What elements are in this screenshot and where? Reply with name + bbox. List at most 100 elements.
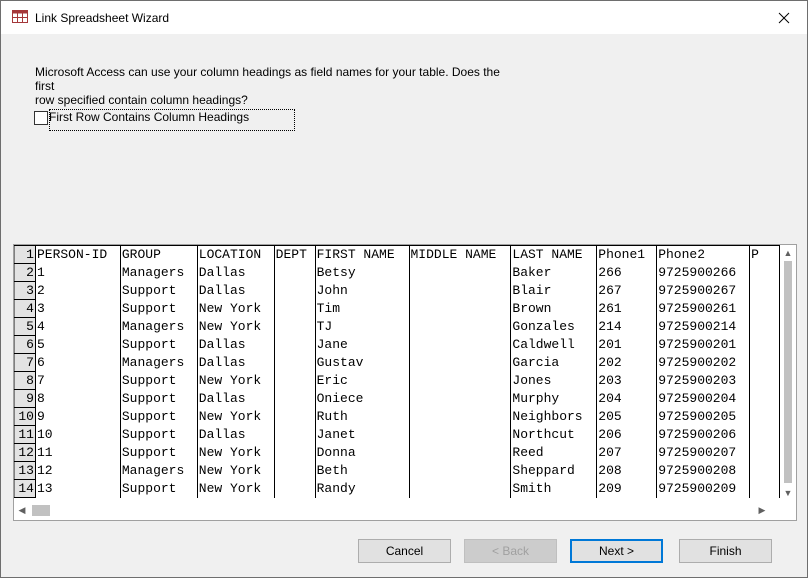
table-cell: Beth [314,461,410,480]
row-number: 5 [14,317,36,336]
table-cell [273,299,316,318]
table-cell: 2 [34,281,121,300]
table-cell: Oniece [314,389,410,408]
table-cell: 9725900203 [656,371,751,390]
row-number: 12 [14,443,36,462]
table-cell: Betsy [314,263,410,282]
table-cell: Garcia [510,353,598,372]
scroll-right-icon[interactable]: ▶ [754,501,770,519]
table-cell: DEPT [273,245,316,264]
table-cell: Neighbors [510,407,598,426]
table-cell: Tim [314,299,410,318]
table-cell: 214 [596,317,658,336]
instruction-text: Microsoft Access can use your column hea… [35,65,515,107]
table-row: 4 3 Support New York Tim Brown 261 9725900261 [14,299,780,318]
table-cell: Dallas [196,353,275,372]
horizontal-scroll-thumb[interactable] [32,505,50,516]
table-cell: MIDDLE NAME [408,245,512,264]
table-cell: PERSON-ID [34,245,121,264]
table-cell: Support [119,425,198,444]
table-cell: New York [196,299,275,318]
cancel-button[interactable]: Cancel [358,539,451,563]
table-cell: Blair [510,281,598,300]
table-cell: 8 [34,389,121,408]
table-cell: 5 [34,335,121,354]
scroll-down-icon[interactable]: ▼ [780,485,796,501]
table-cell: Janet [314,425,410,444]
next-button[interactable]: Next > [570,539,663,563]
vertical-scrollbar[interactable]: ▲ ▼ [780,245,796,501]
table-cell: Phone2 [656,245,751,264]
close-icon [778,12,790,23]
table-cell: Managers [119,461,198,480]
table-cell: 6 [34,353,121,372]
table-cell [273,263,316,282]
table-cell: 9725900202 [656,353,751,372]
table-cell: New York [196,479,275,498]
table-cell [408,461,512,480]
finish-button[interactable]: Finish [679,539,772,563]
scroll-left-icon[interactable]: ◀ [14,501,30,519]
data-preview-panel: 1 PERSON-ID GROUP LOCATION DEPT FIRST NAME MID… [13,244,797,521]
horizontal-scrollbar[interactable]: ◀ ▶ [14,501,780,519]
table-cell: 267 [596,281,658,300]
table-cell [749,389,780,408]
table-row: 3 2 Support Dallas John Blair 267 9725900267 [14,281,780,300]
data-preview-grid[interactable]: 1 PERSON-ID GROUP LOCATION DEPT FIRST NAME MID… [14,245,780,501]
row-number: 3 [14,281,36,300]
table-cell: Reed [510,443,598,462]
table-cell: FIRST NAME [314,245,410,264]
row-number: 1 [14,245,36,264]
instruction-line-1: Microsoft Access can use your column hea… [35,65,500,93]
table-cell [408,479,512,498]
table-cell: John [314,281,410,300]
close-button[interactable] [761,1,807,34]
table-cell: Managers [119,317,198,336]
row-number: 11 [14,425,36,444]
table-cell [749,479,780,498]
table-row: 11 10 Support Dallas Janet Northcut 206 9725900… [14,425,780,444]
first-row-headings-checkbox[interactable] [34,111,48,125]
table-cell [749,317,780,336]
table-row: 8 7 Support New York Eric Jones 203 9725900203 [14,371,780,390]
table-cell: 209 [596,479,658,498]
table-cell: Donna [314,443,410,462]
table-cell: Dallas [196,281,275,300]
access-table-icon [12,10,28,23]
table-cell: 9725900208 [656,461,751,480]
back-button[interactable]: < Back [464,539,557,563]
table-cell [273,407,316,426]
vertical-scroll-thumb[interactable] [784,261,792,483]
row-number: 13 [14,461,36,480]
table-cell: Support [119,389,198,408]
row-number: 7 [14,353,36,372]
table-row: 2 1 Managers Dallas Betsy Baker 266 9725900266 [14,263,780,282]
first-row-headings-label[interactable]: First Row Contains Column Headings [49,110,249,124]
table-cell [408,425,512,444]
table-cell: 9725900206 [656,425,751,444]
table-cell: Dallas [196,263,275,282]
table-cell: 9725900267 [656,281,751,300]
table-cell [408,389,512,408]
table-cell [408,443,512,462]
table-cell: Gustav [314,353,410,372]
table-cell: Gonzales [510,317,598,336]
table-cell: 7 [34,371,121,390]
table-cell: 266 [596,263,658,282]
table-cell: Jane [314,335,410,354]
table-cell [749,353,780,372]
table-cell [749,407,780,426]
table-cell: Support [119,443,198,462]
table-cell: Eric [314,371,410,390]
table-cell [408,353,512,372]
table-cell: 9725900205 [656,407,751,426]
table-cell [749,371,780,390]
title-bar: Link Spreadsheet Wizard [1,1,807,34]
scroll-up-icon[interactable]: ▲ [780,245,796,261]
table-cell: 3 [34,299,121,318]
table-cell: 9725900261 [656,299,751,318]
table-cell [408,407,512,426]
table-cell [273,425,316,444]
table-cell: Dallas [196,335,275,354]
table-cell [408,317,512,336]
